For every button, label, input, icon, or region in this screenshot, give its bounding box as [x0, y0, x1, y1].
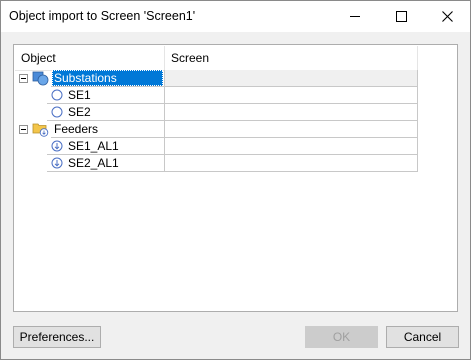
screen-cell[interactable] [165, 87, 418, 104]
object-tree-table[interactable]: Object Screen Substations SE1 SE2 Feeder… [13, 44, 458, 312]
screen-cell[interactable] [165, 138, 418, 155]
feeder-icon [51, 140, 63, 152]
row-label: SE2 [68, 105, 91, 119]
table-row[interactable]: SE2 [14, 104, 418, 121]
row-label: SE1 [68, 88, 91, 102]
close-button[interactable] [424, 1, 470, 32]
object-cell[interactable]: Feeders [51, 121, 165, 138]
object-cell[interactable]: SE2 [47, 104, 165, 121]
table-row[interactable]: SE1 [14, 87, 418, 104]
object-cell[interactable]: SE1_AL1 [47, 138, 165, 155]
screen-cell[interactable] [165, 121, 418, 138]
title-bar[interactable]: Object import to Screen 'Screen1' [1, 1, 470, 32]
maximize-icon [395, 11, 407, 22]
row-label: SE1_AL1 [68, 139, 119, 153]
substation-group-icon [32, 70, 50, 86]
ok-button[interactable]: OK [305, 326, 378, 348]
object-cell[interactable]: SE2_AL1 [47, 155, 165, 172]
window-title: Object import to Screen 'Screen1' [9, 9, 196, 23]
minimize-button[interactable] [332, 1, 378, 32]
collapse-toggle-feeders[interactable] [19, 125, 28, 134]
maximize-button[interactable] [378, 1, 424, 32]
close-icon [441, 11, 453, 22]
dialog-window: Object import to Screen 'Screen1' Object… [0, 0, 471, 360]
column-header-screen[interactable]: Screen [165, 46, 418, 70]
column-header-object[interactable]: Object [15, 46, 165, 70]
table-row[interactable]: SE2_AL1 [14, 155, 418, 172]
preferences-button[interactable]: Preferences... [13, 326, 101, 348]
table-row[interactable]: Feeders [14, 121, 418, 138]
row-label: SE2_AL1 [68, 156, 119, 170]
table-row[interactable]: SE1_AL1 [14, 138, 418, 155]
minimize-icon [350, 16, 360, 17]
feeder-icon [51, 157, 63, 169]
row-label[interactable]: Substations [52, 70, 163, 86]
substation-icon [51, 106, 63, 118]
object-cell[interactable]: SE1 [47, 87, 165, 104]
table-header: Object Screen [15, 46, 418, 71]
feeder-folder-icon [32, 121, 50, 137]
screen-cell[interactable] [165, 104, 418, 121]
collapse-toggle-substations[interactable] [19, 74, 28, 83]
screen-cell[interactable] [165, 155, 418, 172]
row-label: Feeders [54, 122, 99, 136]
cancel-button[interactable]: Cancel [386, 326, 459, 348]
screen-cell[interactable] [165, 70, 418, 87]
object-cell[interactable]: Substations [51, 70, 165, 87]
substation-icon [51, 89, 63, 101]
table-row[interactable]: Substations [14, 70, 418, 87]
